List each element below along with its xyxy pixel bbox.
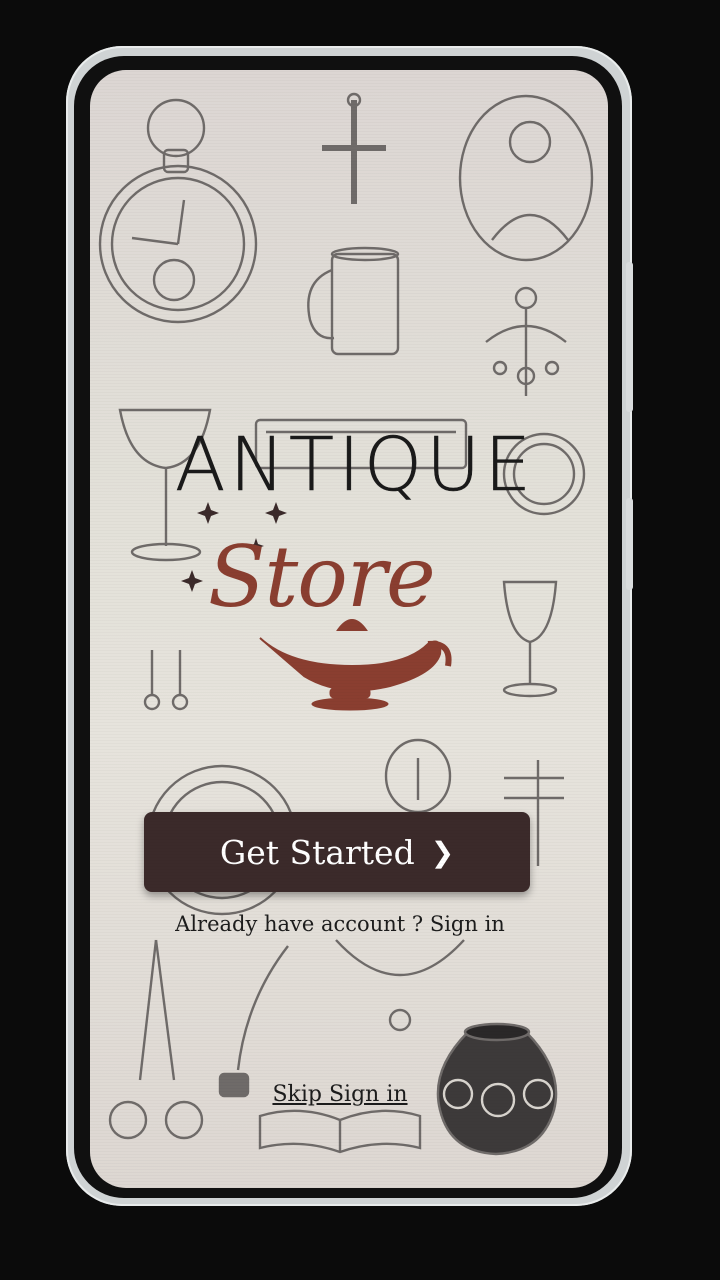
signin-prompt-row: Already have account ? Sign in xyxy=(130,912,550,936)
volume-button xyxy=(626,262,633,412)
signin-link[interactable]: Sign in xyxy=(430,912,505,936)
drop-earrings-icon xyxy=(143,650,189,711)
pocket-watch-icon xyxy=(98,98,258,324)
necklace-icon xyxy=(335,939,465,1032)
get-started-label: Get Started xyxy=(219,832,415,872)
signin-prompt: Already have account ? xyxy=(175,912,424,936)
portrait-cameo-icon xyxy=(458,94,594,262)
app-screen: ANTIQUE Store Get Started ❯ Already have… xyxy=(90,70,608,1188)
genie-lamp-icon xyxy=(259,619,452,711)
logo-wordmark: Store xyxy=(208,528,436,626)
chandelier-earring-icon xyxy=(485,286,567,396)
cross-pendant-icon xyxy=(322,92,386,204)
power-button xyxy=(626,498,633,590)
chalice-cameo-icon xyxy=(384,738,452,814)
background-illustrations xyxy=(98,92,594,1156)
app-title: ANTIQUE xyxy=(174,422,536,509)
get-started-button[interactable]: Get Started ❯ xyxy=(144,812,530,892)
chevron-right-icon: ❯ xyxy=(430,835,455,869)
goblet-icon xyxy=(502,580,558,698)
open-book-icon xyxy=(258,1109,422,1154)
scissors-icon xyxy=(108,939,204,1140)
skip-signin-link[interactable]: Skip Sign in xyxy=(240,1082,440,1107)
tankard-icon xyxy=(307,246,400,356)
quill-ink-icon xyxy=(218,945,289,1098)
vase-icon xyxy=(436,1022,558,1156)
